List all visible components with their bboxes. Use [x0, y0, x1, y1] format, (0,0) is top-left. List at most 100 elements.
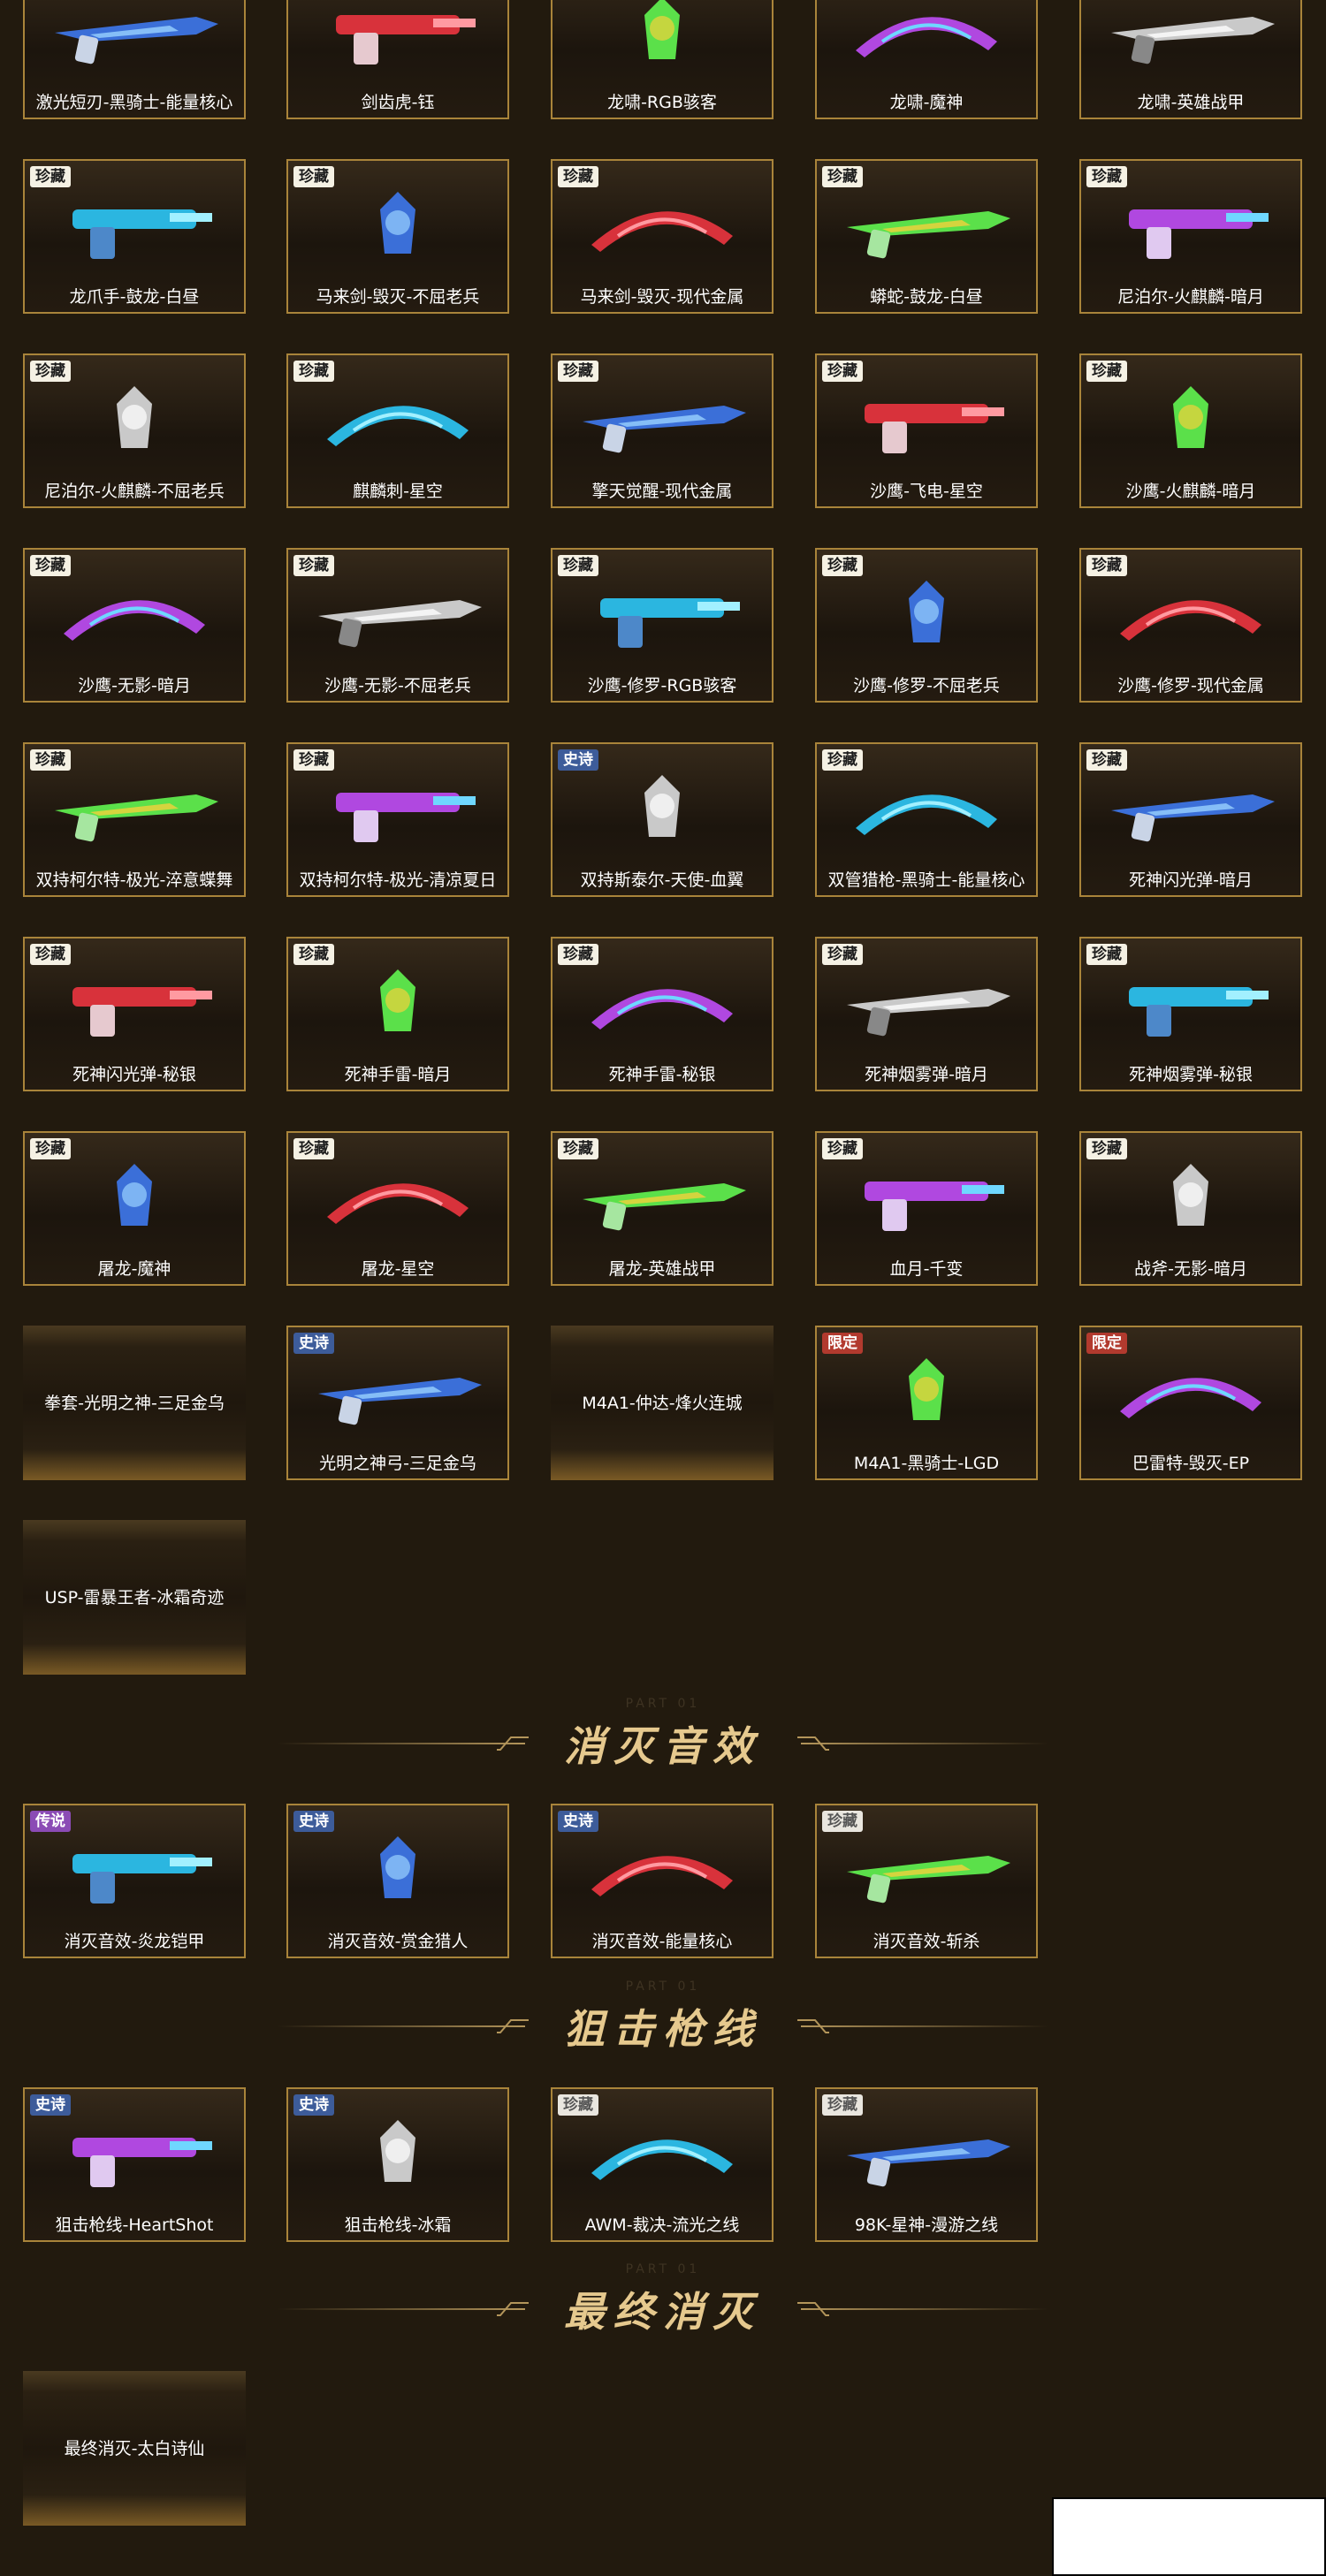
- weapon-image: [856, 794, 997, 835]
- weapon-card[interactable]: 珍藏 麒麟刺-星空: [286, 353, 509, 508]
- weapon-card[interactable]: 限定巴雷特-毁灭-EP: [1079, 1326, 1302, 1480]
- weapon-card[interactable]: M4A1-仲达-烽火连城: [551, 1326, 774, 1480]
- blank-overlay-box: [1052, 2497, 1326, 2576]
- weapon-card[interactable]: 珍藏 沙鹰-无影-不屈老兵: [286, 548, 509, 703]
- rarity-badge: 珍藏: [30, 166, 71, 187]
- rarity-badge: 珍藏: [558, 166, 598, 187]
- weapon-image: [380, 2119, 415, 2182]
- weapon-image: [55, 16, 218, 64]
- weapon-card[interactable]: 龙啸-英雄战甲: [1079, 0, 1302, 119]
- weapon-card[interactable]: 珍藏 死神烟雾弹-暗月: [815, 937, 1038, 1091]
- weapon-card[interactable]: 珍藏 双持柯尔特-极光-清凉夏日: [286, 742, 509, 897]
- weapon-card[interactable]: 珍藏 死神烟雾弹-秘银: [1079, 937, 1302, 1091]
- rarity-badge: 限定: [822, 1333, 863, 1354]
- weapon-card[interactable]: 史诗 双持斯泰尔-天使-血翼: [551, 742, 774, 897]
- weapon-card[interactable]: USP-雷暴王者-冰霜奇迹: [23, 1520, 246, 1675]
- item-name: 龙啸-RGB骇客: [607, 93, 717, 112]
- weapon-image: [644, 774, 680, 837]
- rarity-badge: 珍藏: [293, 1138, 334, 1159]
- section-card[interactable]: 史诗 消灭音效-赏金猎人: [286, 1804, 509, 1958]
- weapon-image: [1120, 1377, 1261, 1418]
- rarity-badge: 史诗: [293, 1811, 334, 1832]
- section-card[interactable]: 珍藏 AWM-裁决-流光之线: [551, 2087, 774, 2242]
- weapon-image: [380, 969, 415, 1031]
- weapon-image: [1111, 16, 1275, 64]
- weapon-image: [380, 191, 415, 254]
- weapon-card[interactable]: 珍藏 血月-千变: [815, 1131, 1038, 1286]
- weapon-card[interactable]: 珍藏 屠龙-英雄战甲: [551, 1131, 774, 1286]
- weapon-card[interactable]: 龙啸-RGB骇客: [551, 0, 774, 119]
- section-card[interactable]: 传说 消灭音效-炎龙铠甲: [23, 1804, 246, 1958]
- item-name: 尼泊尔-火麒麟-不屈老兵: [44, 482, 225, 501]
- weapon-card[interactable]: 史诗 光明之神弓-三足金乌: [286, 1326, 509, 1480]
- weapon-image: [327, 1182, 469, 1224]
- weapon-card[interactable]: 珍藏 沙鹰-修罗-RGB骇客: [551, 548, 774, 703]
- weapon-image: [1173, 1163, 1208, 1226]
- weapon-card[interactable]: 剑齿虎-钰: [286, 0, 509, 119]
- weapon-image: [583, 1182, 746, 1230]
- section-card[interactable]: 珍藏 98K-星神-漫游之线: [815, 2087, 1038, 2242]
- weapon-card[interactable]: 珍藏 沙鹰-火麒麟-暗月: [1079, 353, 1302, 508]
- weapon-card[interactable]: 珍藏 双持柯尔特-极光-淬意蝶舞: [23, 742, 246, 897]
- weapon-card[interactable]: 珍藏 死神闪光弹-秘银: [23, 937, 246, 1091]
- rarity-badge: 珍藏: [1086, 749, 1127, 771]
- weapon-card[interactable]: 珍藏 马来剑-毁灭-不屈老兵: [286, 159, 509, 314]
- weapon-card[interactable]: 珍藏 尼泊尔-火麒麟-不屈老兵: [23, 353, 246, 508]
- weapon-image: [847, 210, 1010, 258]
- weapon-card[interactable]: 珍藏 沙鹰-无影-暗月: [23, 548, 246, 703]
- weapon-card[interactable]: 珍藏 死神手雷-暗月: [286, 937, 509, 1091]
- weapon-card[interactable]: 珍藏战斧-无影-暗月: [1079, 1131, 1302, 1286]
- weapon-card[interactable]: 珍藏 屠龙-魔神: [23, 1131, 246, 1286]
- item-name: 战斧-无影-暗月: [1134, 1259, 1247, 1279]
- item-name: 双持柯尔特-极光-清凉夏日: [299, 870, 497, 890]
- weapon-card[interactable]: 珍藏 龙爪手-鼓龙-白昼: [23, 159, 246, 314]
- rarity-badge: 珍藏: [1086, 555, 1127, 576]
- item-name: 狙击枪线-冰霜: [344, 2215, 452, 2235]
- weapon-image: [591, 1855, 733, 1896]
- item-name: 沙鹰-火麒麟-暗月: [1125, 482, 1256, 501]
- weapon-card[interactable]: 珍藏 擎天觉醒-现代金属: [551, 353, 774, 508]
- weapon-image: [847, 1855, 1010, 1903]
- weapon-image: [600, 597, 740, 648]
- item-name: 麒麟刺-星空: [353, 482, 443, 501]
- item-image-area: [25, 0, 244, 89]
- weapon-card[interactable]: 限定 M4A1-黑骑士-LGD: [815, 1326, 1038, 1480]
- weapon-image: [591, 988, 733, 1030]
- item-name: 屠龙-星空: [361, 1259, 435, 1279]
- rarity-badge: 限定: [1086, 1333, 1127, 1354]
- weapon-card[interactable]: 珍藏屠龙-星空: [286, 1131, 509, 1286]
- item-name: AWM-裁决-流光之线: [584, 2215, 740, 2235]
- item-name: 双管猎枪-黑骑士-能量核心: [827, 870, 1025, 890]
- item-image-area: [552, 0, 772, 89]
- section-card[interactable]: 珍藏 消灭音效-斩杀: [815, 1804, 1038, 1958]
- weapon-card[interactable]: 拳套-光明之神-三足金乌: [23, 1326, 246, 1480]
- weapon-card[interactable]: 激光短刃-黑骑士-能量核心: [23, 0, 246, 119]
- weapon-card[interactable]: 珍藏 沙鹰-飞电-星空: [815, 353, 1038, 508]
- rarity-badge: 珍藏: [558, 1138, 598, 1159]
- section-card[interactable]: 史诗 消灭音效-能量核心: [551, 1804, 774, 1958]
- weapon-image: [380, 1835, 415, 1898]
- weapon-image: [847, 2139, 1010, 2186]
- weapon-card[interactable]: 珍藏 死神闪光弹-暗月: [1079, 742, 1302, 897]
- weapon-card[interactable]: 珍藏 尼泊尔-火麒麟-暗月: [1079, 159, 1302, 314]
- section-card[interactable]: 史诗 狙击枪线-HeartShot: [23, 2087, 246, 2242]
- item-name: 死神手雷-秘银: [608, 1065, 716, 1084]
- weapon-card[interactable]: 珍藏 双管猎枪-黑骑士-能量核心: [815, 742, 1038, 897]
- rarity-badge: 珍藏: [1086, 1138, 1127, 1159]
- weapon-card[interactable]: 珍藏 马来剑-毁灭-现代金属: [551, 159, 774, 314]
- rarity-badge: 珍藏: [30, 944, 71, 965]
- section-part-label: PART 01: [625, 2262, 701, 2276]
- section-card[interactable]: 史诗 狙击枪线-冰霜: [286, 2087, 509, 2242]
- weapon-card[interactable]: 珍藏 死神手雷-秘银: [551, 937, 774, 1091]
- item-name: 蟒蛇-鼓龙-白昼: [870, 287, 983, 307]
- item-name: 消灭音效-斩杀: [873, 1932, 980, 1951]
- weapon-card[interactable]: 珍藏 沙鹰-修罗-现代金属: [1079, 548, 1302, 703]
- section-card[interactable]: 最终消灭-太白诗仙: [23, 2371, 246, 2526]
- rarity-badge: 史诗: [293, 1333, 334, 1354]
- item-name: 巴雷特-毁灭-EP: [1132, 1454, 1250, 1473]
- weapon-card[interactable]: 龙啸-魔神: [815, 0, 1038, 119]
- weapon-card[interactable]: 珍藏 沙鹰-修罗-不屈老兵: [815, 548, 1038, 703]
- weapon-card[interactable]: 珍藏 蟒蛇-鼓龙-白昼: [815, 159, 1038, 314]
- weapon-image: [336, 14, 476, 65]
- item-name: 马来剑-毁灭-不屈老兵: [316, 287, 480, 307]
